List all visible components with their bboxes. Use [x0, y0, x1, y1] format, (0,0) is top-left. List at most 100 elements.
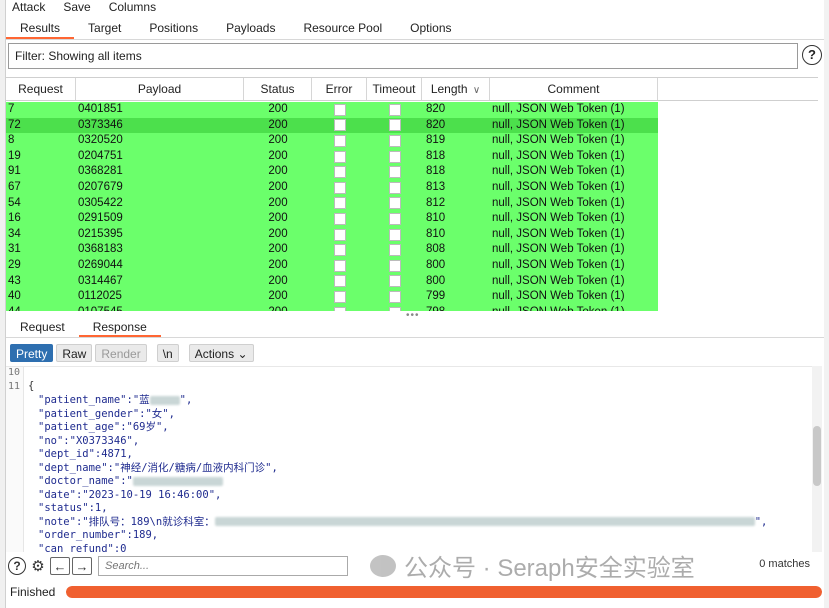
render-button[interactable]: Render: [95, 344, 147, 362]
tab-target[interactable]: Target: [74, 16, 135, 39]
response-editor[interactable]: 10 11 { "patient_name":"蓝 ", "patient_gend…: [6, 366, 812, 552]
column-payload[interactable]: Payload: [76, 78, 244, 100]
table-row[interactable]: 40 0112025 200 799 null, JSON Web Token (1): [6, 289, 818, 305]
pretty-button[interactable]: Pretty: [10, 344, 54, 362]
cell-length: 810: [426, 212, 446, 225]
row-filler: [658, 304, 818, 311]
raw-button[interactable]: Raw: [56, 344, 93, 362]
help-icon[interactable]: ?: [802, 45, 822, 65]
error-checkbox: [333, 306, 346, 311]
column-status[interactable]: Status: [244, 78, 312, 100]
cell-error: [312, 211, 367, 227]
actions-button[interactable]: Actions ⌄: [188, 344, 254, 362]
column-error[interactable]: Error: [312, 78, 367, 100]
error-checkbox: [333, 228, 346, 241]
code-line: "patient_name":"蓝 ",: [38, 394, 192, 408]
table-row[interactable]: 91 0368281 200 818 null, JSON Web Token (1): [6, 164, 818, 180]
table-row[interactable]: 29 0269044 200 800 null, JSON Web Token (1): [6, 257, 818, 274]
tab-resource-pool[interactable]: Resource Pool: [289, 16, 396, 39]
cell-comment: null, JSON Web Token (1): [492, 196, 625, 209]
json-value: :4871,: [94, 448, 133, 460]
cell-length: 810: [426, 227, 446, 240]
tab-response[interactable]: Response: [78, 316, 161, 337]
cell-request: 34: [8, 227, 21, 240]
timeout-checkbox: [388, 275, 401, 288]
code-line: "no":"X0373346",: [38, 435, 139, 449]
cell-payload: 0368281: [78, 165, 123, 178]
tab-options[interactable]: Options: [396, 16, 465, 39]
tab-payloads[interactable]: Payloads: [212, 16, 289, 39]
tab-request[interactable]: Request: [6, 316, 79, 337]
table-row[interactable]: 8 0320520 200 819 null, JSON Web Token (1): [6, 133, 818, 149]
error-checkbox: [333, 134, 346, 147]
cell-payload: 0373346: [78, 118, 123, 131]
cell-request: 40: [8, 290, 21, 303]
code-line: "can_refund":0: [38, 543, 127, 553]
table-row[interactable]: 67 0207679 200 813 null, JSON Web Token (1): [6, 179, 818, 196]
json-key: "status": [38, 502, 89, 514]
table-row[interactable]: 43 0314467 200 800 null, JSON Web Token (1): [6, 273, 818, 290]
table-row[interactable]: 34 0215395 200 810 null, JSON Web Token (1): [6, 226, 818, 243]
tab-positions[interactable]: Positions: [135, 16, 212, 39]
row-cells: 91 0368281 200 818 null, JSON Web Token (1): [6, 164, 658, 180]
cell-request: 19: [8, 149, 21, 162]
cell-length: 818: [426, 165, 446, 178]
column-comment[interactable]: Comment: [490, 78, 658, 100]
row-cells: 40 0112025 200 799 null, JSON Web Token (1): [6, 289, 658, 305]
cell-payload: 0320520: [78, 134, 123, 147]
progress-bar: [66, 586, 822, 598]
row-filler: [658, 179, 818, 196]
scrollbar-thumb[interactable]: [813, 426, 821, 486]
open-brace: {: [28, 380, 35, 392]
cell-length: 799: [426, 290, 446, 303]
filter-bar[interactable]: Filter: Showing all items: [8, 43, 798, 69]
row-cells: 31 0368183 200 808 null, JSON Web Token (1): [6, 242, 658, 258]
row-cells: 8 0320520 200 819 null, JSON Web Token (1): [6, 133, 658, 149]
timeout-checkbox: [388, 150, 401, 163]
row-filler: [658, 273, 818, 290]
cell-payload: 0107545: [76, 305, 244, 311]
menu-attack[interactable]: Attack: [12, 0, 45, 16]
table-row[interactable]: 31 0368183 200 808 null, JSON Web Token (1): [6, 242, 818, 258]
json-key: "patient_age": [38, 421, 121, 433]
arrow-right-icon[interactable]: →: [72, 557, 92, 575]
menu-save[interactable]: Save: [63, 0, 90, 16]
json-value: :0: [113, 542, 127, 553]
cell-status: 200: [268, 196, 288, 209]
cell-status: 200: [268, 258, 288, 271]
watermark-text: 公众号 · Seraph安全实验室: [404, 555, 695, 582]
column-length[interactable]: Length ∨: [422, 78, 490, 100]
code-line: "date":"2023-10-19 16:46:00",: [38, 489, 221, 503]
arrow-left-icon[interactable]: ←: [50, 557, 70, 575]
cell-error: [312, 258, 367, 274]
gear-icon[interactable]: ⚙: [28, 556, 48, 576]
newline-toggle-button[interactable]: \n: [156, 344, 179, 362]
error-checkbox: [333, 197, 346, 210]
status-text: Finished: [10, 585, 56, 599]
cell-timeout: [367, 196, 422, 212]
column-request[interactable]: Request: [6, 78, 76, 100]
column-timeout[interactable]: Timeout: [367, 78, 422, 100]
search-input[interactable]: [98, 556, 348, 576]
table-row[interactable]: 7 0401851 200 820 null, JSON Web Token (1): [6, 102, 818, 118]
menu-columns[interactable]: Columns: [109, 0, 156, 16]
editor-scrollbar[interactable]: [812, 366, 822, 552]
json-key: "patient_name": [38, 394, 127, 406]
json-value: :189,: [126, 529, 159, 541]
json-value: :"2023-10-19 16:46:00",: [75, 488, 222, 501]
tab-results[interactable]: Results: [6, 16, 75, 39]
table-row[interactable]: 72 0373346 200 820 null, JSON Web Token (1): [6, 117, 818, 134]
cell-timeout: [367, 180, 422, 196]
help-icon[interactable]: ?: [8, 557, 26, 575]
table-row[interactable]: 16 0291509 200 810 null, JSON Web Token (1): [6, 211, 818, 227]
table-row[interactable]: 19 0204751 200 818 null, JSON Web Token (1): [6, 148, 818, 165]
cell-comment: null, JSON Web Token (1): [490, 305, 658, 311]
table-row[interactable]: 54 0305422 200 812 null, JSON Web Token (1): [6, 195, 818, 212]
json-value: :1,: [88, 502, 108, 514]
cell-request: 7: [8, 103, 15, 115]
cell-length: 820: [426, 103, 446, 115]
json-key: "note": [38, 515, 76, 528]
row-filler: [658, 164, 818, 180]
redacted-text: [214, 517, 755, 526]
cell-timeout: [367, 133, 422, 149]
